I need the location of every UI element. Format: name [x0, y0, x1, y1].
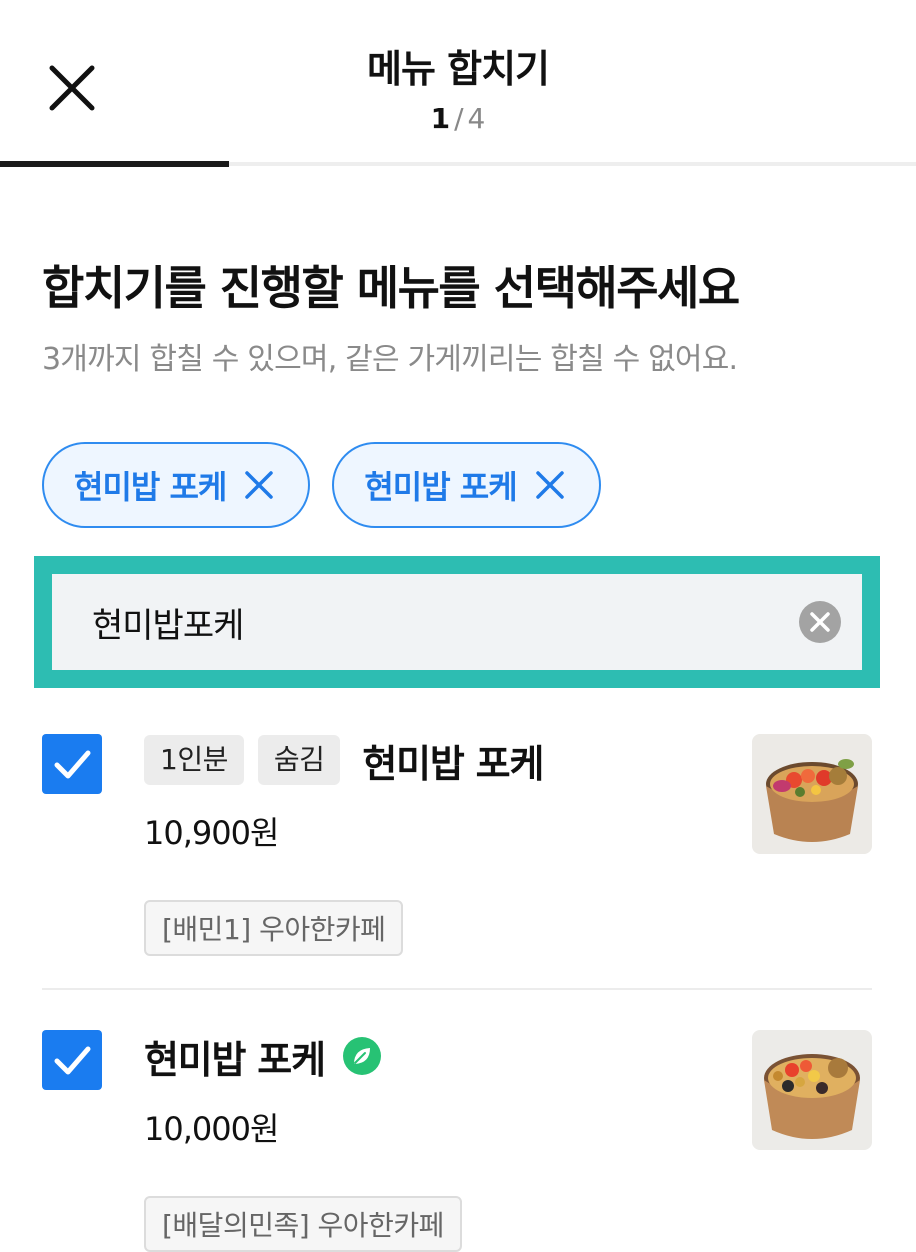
serving-tag: 1인분: [144, 735, 244, 785]
menu-thumbnail[interactable]: [752, 734, 872, 854]
item-name: 현미밥 포케: [362, 741, 544, 786]
poke-bowl-image: [752, 734, 872, 854]
list-item: 1인분 숨김 현미밥 포케 10,900원 [배민1] 우아한카페: [42, 734, 872, 956]
check-icon: [54, 750, 91, 779]
item-name-row: 현미밥 포케: [144, 1030, 462, 1082]
check-icon: [54, 1046, 91, 1075]
page-title: 메뉴 합치기: [366, 47, 550, 91]
leaf-icon: [342, 1037, 381, 1075]
item-name-row: 1인분 숨김 현미밥 포케: [144, 734, 544, 786]
chip-label: 현미밥 포케: [74, 468, 227, 506]
item-checkbox[interactable]: [42, 734, 102, 794]
search-focus-frame: [34, 556, 880, 688]
store-badge: [배달의민족] 우아한카페: [144, 1196, 462, 1252]
step-current: 1: [430, 102, 451, 135]
hidden-tag: 숨김: [257, 735, 341, 785]
step-separator: /: [454, 102, 464, 135]
menu-thumbnail[interactable]: [752, 1030, 872, 1150]
item-info: 현미밥 포케 10,000원 [배달의민족] 우아한카페: [144, 1030, 462, 1252]
item-info: 1인분 숨김 현미밥 포케 10,900원 [배민1] 우아한카페: [144, 734, 544, 956]
section-heading: 합치기를 진행할 메뉴를 선택해주세요: [42, 261, 740, 315]
selected-chips: 현미밥 포케 현미밥 포케: [42, 442, 601, 528]
item-price: 10,900원: [144, 814, 279, 852]
list-divider: [42, 988, 872, 990]
header: 메뉴 합치기 1/4: [0, 0, 916, 168]
list-item: 현미밥 포케 10,000원 [배달의민족] 우아한카페: [42, 1030, 872, 1252]
item-price: 10,000원: [144, 1110, 279, 1148]
clear-icon[interactable]: [798, 600, 842, 644]
selected-chip[interactable]: 현미밥 포케: [42, 442, 311, 528]
search-input[interactable]: [90, 601, 798, 643]
remove-icon[interactable]: [242, 468, 276, 502]
chip-label: 현미밥 포케: [364, 468, 517, 506]
poke-bowl-image: [752, 1030, 872, 1150]
item-name: 현미밥 포케: [144, 1037, 326, 1082]
search-box: [52, 574, 862, 670]
selected-chip[interactable]: 현미밥 포케: [332, 442, 601, 528]
progress-bar: [0, 161, 916, 167]
step-total: 4: [467, 102, 486, 135]
item-checkbox[interactable]: [42, 1030, 102, 1090]
section-subheading: 3개까지 합칠 수 있으며, 같은 가게끼리는 합칠 수 없어요.: [42, 342, 738, 377]
step-indicator: 1/4: [0, 102, 916, 135]
store-badge: [배민1] 우아한카페: [144, 900, 404, 956]
progress-fill: [0, 161, 229, 167]
remove-icon[interactable]: [533, 468, 567, 502]
